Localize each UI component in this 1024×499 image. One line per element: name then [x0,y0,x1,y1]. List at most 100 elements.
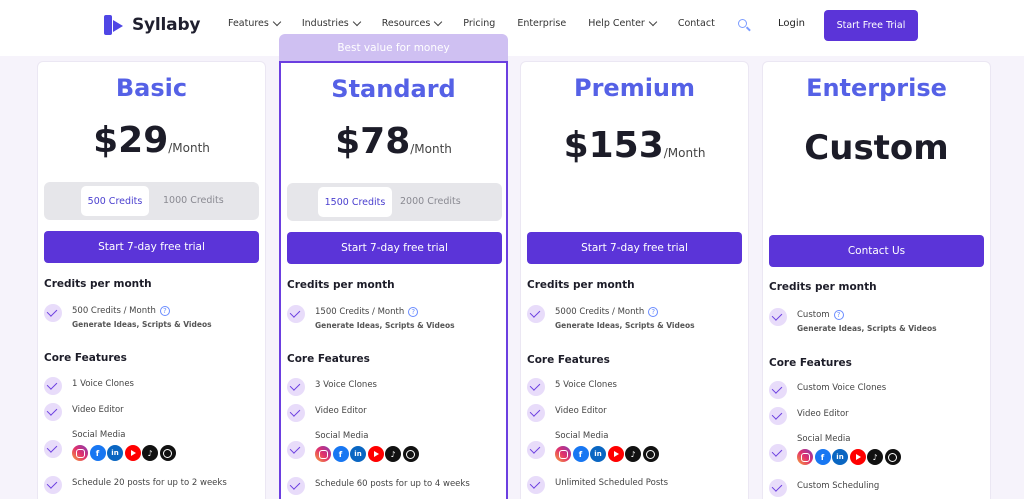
plan-name: Premium [573,74,696,102]
social-icons: f in ♪ [315,446,420,462]
feature-text: Custom Voice Clones [797,383,887,393]
credit-option-selected[interactable]: 500 Credits [81,186,149,216]
start-trial-button[interactable]: Start 7-day free trial [287,232,502,264]
check-icon [44,476,62,494]
nav-item-help-center[interactable]: Help Center [588,17,658,29]
help-icon[interactable]: ? [833,310,844,320]
nav-label: Industries [301,18,349,29]
plan-card-standard: Standard $78/Month 1500 Credits 2000 Cre… [279,61,508,499]
threads-icon [402,446,419,462]
feature-text: Video Editor [315,406,367,416]
plan-name: Basic [115,74,188,102]
core-features-title: Core Features [769,357,852,369]
plan-name: Enterprise [806,74,947,102]
start-trial-button[interactable]: Start 7-day free trial [44,231,259,263]
check-icon [769,407,787,425]
credits-title: Credits per month [44,278,152,290]
nav-item-resources[interactable]: Resources [382,17,443,29]
nav-label: Contact [677,18,715,29]
feature-text: Schedule 60 posts for up to 4 weeks [315,479,470,489]
check-icon [527,476,545,494]
instagram-icon [555,446,571,462]
help-icon[interactable]: ? [648,307,659,317]
feature-item: Custom Voice Clones [769,381,886,399]
credits-text: Custom [797,310,830,320]
check-icon [287,404,305,422]
credits-sub: Generate Ideas, Scripts & Videos [72,320,212,329]
feature-item-social: Social Media f in ♪ [769,432,902,465]
chevron-down-icon [272,17,282,27]
credits-sub: Generate Ideas, Scripts & Videos [555,321,695,330]
chevron-down-icon [352,17,361,27]
plan-price: $153/Month [521,125,748,166]
feature-item: 5 Voice Clones [527,378,617,396]
nav-item-features[interactable]: Features [228,17,282,29]
credits-toggle: 500 Credits 1000 Credits [44,182,259,220]
check-icon [287,477,305,495]
feature-text: Social Media [555,431,609,441]
credits-title: Credits per month [769,281,877,293]
check-icon [44,377,62,395]
check-icon [287,305,305,323]
feature-item: Video Editor [287,404,367,422]
credits-sub: Generate Ideas, Scripts & Videos [315,321,455,330]
logo[interactable]: Syllaby [104,14,201,36]
instagram-icon [315,446,331,462]
feature-item: Schedule 60 posts for up to 4 weeks [287,477,470,495]
social-icons: f in ♪ [797,449,902,465]
facebook-icon: f [814,449,831,465]
nav-item-pricing[interactable]: Pricing [463,18,495,29]
feature-text: 1 Voice Clones [72,379,134,389]
search-icon[interactable] [738,19,752,33]
login-link[interactable]: Login [778,18,805,29]
feature-item-social: Social Media f in ♪ [44,428,177,461]
nav-label: Help Center [588,18,645,29]
plan-price: Custom [804,128,949,168]
plan-name: Standard [331,75,456,103]
start-trial-button[interactable]: Start 7-day free trial [527,232,742,264]
credits-title: Credits per month [527,279,635,291]
credit-option-selected[interactable]: 1500 Credits [318,187,392,217]
nav-item-contact[interactable]: Contact [678,18,715,29]
feature-item-social: Social Media f in ♪ [287,429,420,462]
facebook-icon: f [332,446,349,462]
youtube-icon [124,445,141,461]
credits-item: 5000 Credits / Month? Generate Ideas, Sc… [527,305,695,330]
nav-label: Features [228,18,269,29]
start-free-trial-button[interactable]: Start Free Trial [824,10,918,41]
check-icon [287,441,305,459]
credit-option[interactable]: 1000 Credits [163,195,224,206]
tiktok-icon: ♪ [867,449,883,465]
tiktok-icon: ♪ [625,446,641,462]
price-amount: $78 [335,121,411,162]
feature-text: Video Editor [72,405,124,415]
help-icon[interactable]: ? [408,307,419,317]
instagram-icon [72,445,88,461]
feature-item: Video Editor [44,403,124,421]
nav-item-enterprise[interactable]: Enterprise [517,18,566,29]
brand-name: Syllaby [132,15,201,35]
tiktok-icon: ♪ [142,445,158,461]
linkedin-icon: in [832,449,848,465]
contact-us-button[interactable]: Contact Us [769,235,984,267]
feature-text: Video Editor [797,409,849,419]
check-icon [44,304,62,322]
help-icon[interactable]: ? [159,306,170,316]
nav-links: Features Industries Resources Pricing En… [228,17,737,29]
feature-item: 3 Voice Clones [287,378,377,396]
youtube-icon [367,446,384,462]
check-icon [769,308,787,326]
credit-option[interactable]: 2000 Credits [400,196,461,207]
feature-item-social: Social Media f in ♪ [527,429,660,462]
youtube-icon [607,446,624,462]
check-icon [769,479,787,497]
linkedin-icon: in [350,446,366,462]
check-icon [527,404,545,422]
plan-price: $29/Month [38,120,265,161]
threads-icon [884,449,901,465]
check-icon [44,403,62,421]
nav-item-industries[interactable]: Industries [301,17,361,29]
price-period: /Month [410,142,452,156]
plan-price: $78/Month [281,121,506,162]
social-icons: f in ♪ [555,446,660,462]
